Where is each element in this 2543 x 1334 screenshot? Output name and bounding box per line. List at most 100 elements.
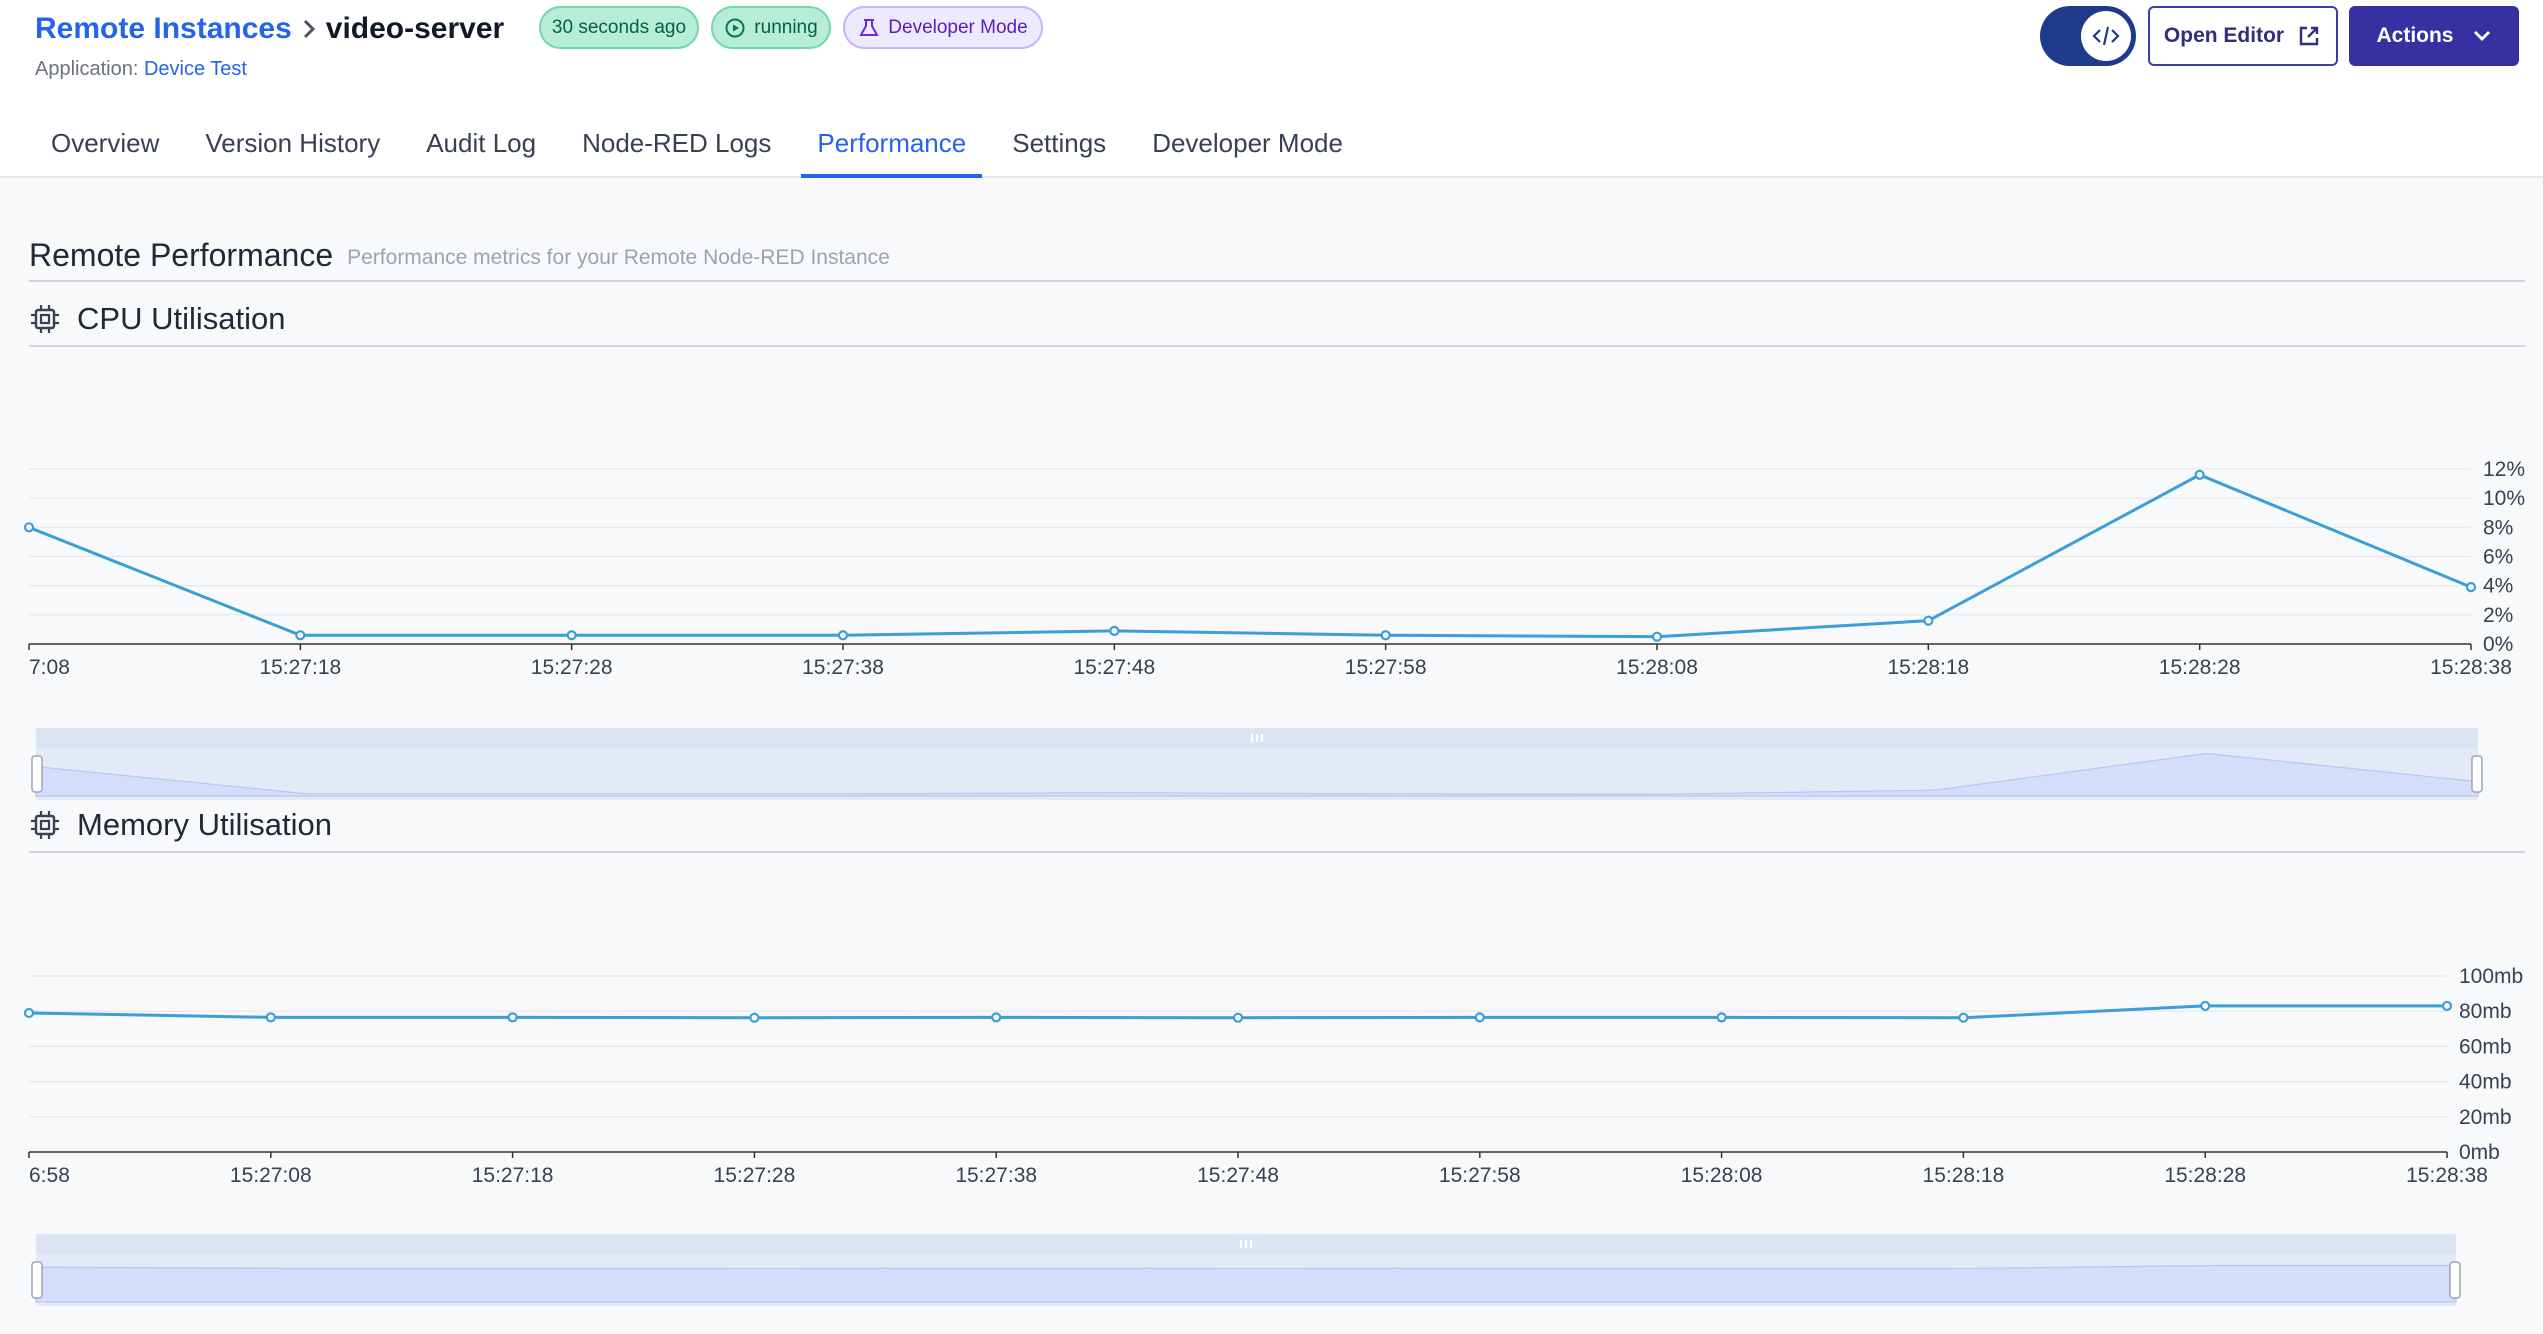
breadcrumb-remote-instances-link[interactable]: Remote Instances: [35, 12, 292, 46]
tab-settings[interactable]: Settings: [996, 108, 1122, 178]
x-tick-label: 15:27:28: [714, 1164, 796, 1187]
zoom-handle-left: [31, 755, 43, 793]
x-tick-label: 7:08: [29, 656, 70, 679]
actions-button[interactable]: Actions: [2349, 6, 2519, 66]
chevron-down-icon: [2473, 31, 2490, 41]
x-tick-label: 15:27:38: [955, 1164, 1037, 1187]
x-tick-label: 15:27:58: [1439, 1164, 1521, 1187]
x-tick-label: 15:27:08: [230, 1164, 312, 1187]
tab-overview[interactable]: Overview: [35, 108, 175, 178]
y-tick-label: 8%: [2483, 516, 2513, 539]
y-tick-label: 40mb: [2459, 1071, 2512, 1094]
tab-audit-log[interactable]: Audit Log: [410, 108, 552, 178]
open-editor-label: Open Editor: [2163, 24, 2285, 47]
status-badge: running: [711, 6, 831, 49]
cpu-chip-icon: [31, 305, 59, 333]
performance-section-header: Remote Performance Performance metrics f…: [29, 230, 2525, 282]
data-point: [991, 1012, 1002, 1023]
memory-chart-title: Memory Utilisation: [77, 807, 332, 842]
code-icon: [2092, 26, 2120, 46]
x-tick-label: 15:28:18: [1923, 1164, 2005, 1187]
instance-name: video-server: [325, 12, 505, 45]
y-tick-label: 20mb: [2459, 1106, 2512, 1129]
x-tick-label: 15:27:48: [1197, 1164, 1279, 1187]
zoom-handle-left: [31, 1261, 43, 1299]
y-tick-label: 0%: [2483, 633, 2513, 656]
data-point: [1923, 615, 1934, 626]
y-tick-label: 0mb: [2459, 1141, 2500, 1164]
last-seen-label: 30 seconds ago: [551, 16, 687, 38]
y-tick-label: 2%: [2483, 604, 2513, 627]
tab-version-history[interactable]: Version History: [189, 108, 396, 178]
developer-mode-label: Developer Mode: [888, 16, 1028, 38]
data-point: [1109, 625, 1120, 636]
x-tick-label: 15:27:28: [531, 656, 613, 679]
developer-mode-badge: Developer Mode: [843, 6, 1043, 49]
data-point: [265, 1012, 276, 1023]
data-point: [566, 630, 577, 641]
data-point: [1232, 1012, 1244, 1023]
tab-node-red-logs[interactable]: Node-RED Logs: [566, 108, 787, 178]
data-point: [1380, 630, 1391, 641]
cpu-utilisation-chart: 0% 2% 4% 6% 8% 10% 12% 7:08 15:27:18 15:27:28 15:2…: [23, 458, 2525, 800]
x-tick-label: 15:28:08: [1616, 656, 1698, 679]
y-tick-label: 60mb: [2459, 1035, 2512, 1058]
y-tick-label: 80mb: [2459, 1000, 2512, 1023]
data-point: [23, 1007, 35, 1019]
data-point: [2465, 582, 2477, 593]
y-tick-label: 4%: [2483, 575, 2513, 598]
zoom-handle-right: [2449, 1261, 2461, 1299]
x-tick-label: 15:28:28: [2159, 656, 2241, 679]
data-point: [1716, 1012, 1727, 1023]
open-editor-button[interactable]: Open Editor: [2148, 6, 2338, 66]
section-subtitle: Performance metrics for your Remote Node…: [347, 246, 890, 269]
x-tick-label: 15:27:58: [1345, 656, 1427, 679]
actions-label: Actions: [2376, 24, 2454, 47]
status-label: running: [754, 16, 818, 38]
data-point: [2194, 469, 2205, 480]
application-link[interactable]: Device Test: [144, 58, 247, 80]
x-tick-label: 15:27:18: [472, 1164, 554, 1187]
developer-mode-toggle[interactable]: [2040, 6, 2136, 66]
data-point: [749, 1012, 760, 1023]
x-tick-label: 6:58: [29, 1164, 70, 1187]
y-tick-label: 6%: [2483, 546, 2513, 569]
y-tick-label: 12%: [2483, 458, 2525, 481]
data-point: [1651, 631, 1663, 642]
cpu-chart-header: CPU Utilisation: [29, 293, 2525, 347]
zoom-preview-area: [35, 1264, 2457, 1303]
memory-chart-header: Memory Utilisation: [29, 799, 2525, 853]
memory-utilisation-chart: 0mb 20mb 40mb 60mb 80mb 100mb 6:58 15:27:08 15:2…: [23, 965, 2523, 1306]
external-link-icon: [2299, 26, 2319, 46]
toggle-knob: [2081, 11, 2131, 61]
x-tick-label: 15:28:18: [1887, 656, 1969, 679]
application-line: Application: Device Test: [35, 58, 247, 81]
data-point: [2441, 1000, 2453, 1012]
x-tick-label: 15:27:18: [259, 656, 341, 679]
cpu-chart-title: CPU Utilisation: [77, 301, 286, 336]
zoom-handle-right: [2471, 755, 2483, 793]
x-tick-label: 15:28:08: [1681, 1164, 1763, 1187]
beaker-icon: [859, 18, 879, 36]
x-tick-label: 15:27:48: [1073, 656, 1155, 679]
chevron-right-icon: [300, 16, 318, 42]
instance-header: Remote Instances video-server 30 seconds…: [0, 0, 2543, 178]
tab-performance[interactable]: Performance: [801, 108, 983, 178]
data-point: [507, 1012, 518, 1023]
application-label: Application:: [35, 58, 139, 80]
y-tick-label: 100mb: [2459, 965, 2523, 988]
data-point: [1958, 1012, 1969, 1023]
instance-tabs: Overview Version History Audit Log Node-…: [35, 108, 1373, 178]
data-point: [837, 630, 849, 641]
last-seen-badge: 30 seconds ago: [539, 6, 699, 49]
x-tick-label: 15:28:28: [2164, 1164, 2246, 1187]
x-tick-label: 15:28:38: [2430, 656, 2512, 679]
section-title: Remote Performance: [29, 236, 334, 273]
tab-developer-mode[interactable]: Developer Mode: [1136, 108, 1359, 178]
data-point: [2200, 1000, 2211, 1012]
y-tick-label: 10%: [2483, 487, 2525, 510]
data-point: [23, 522, 35, 533]
data-point: [1474, 1012, 1485, 1023]
memory-chip-icon: [31, 811, 59, 839]
x-tick-label: 15:28:38: [2406, 1164, 2488, 1187]
